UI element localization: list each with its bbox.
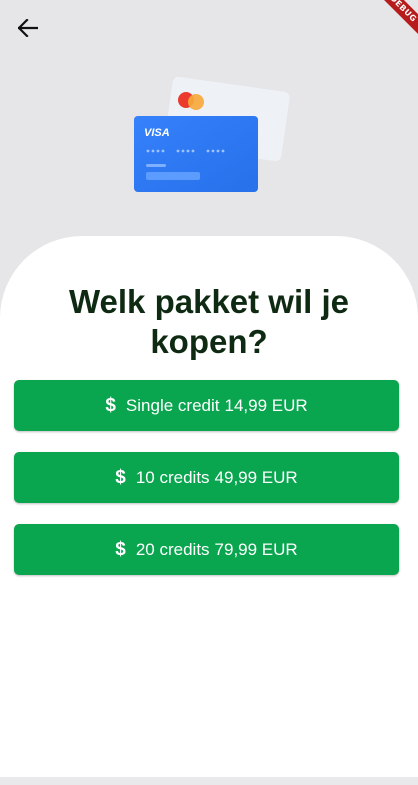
dollar-icon: $ bbox=[105, 394, 116, 416]
back-button[interactable] bbox=[12, 12, 44, 44]
visa-logo: VISA bbox=[144, 127, 170, 139]
bottom-divider bbox=[0, 777, 418, 785]
package-button-10-credits[interactable]: $ 10 credits 49,99 EUR bbox=[14, 452, 399, 503]
package-price: 79,99 EUR bbox=[214, 539, 298, 559]
package-name: 10 credits bbox=[135, 467, 210, 487]
package-button-20-credits[interactable]: $ 20 credits 79,99 EUR bbox=[14, 524, 399, 575]
page-title: Welk pakket wil je kopen? bbox=[68, 283, 350, 360]
credit-card-illustration: VISA bbox=[134, 76, 290, 192]
dollar-icon: $ bbox=[115, 538, 126, 560]
dollar-icon: $ bbox=[115, 466, 126, 488]
package-button-single-credit[interactable]: $ Single credit 14,99 EUR bbox=[14, 380, 399, 431]
package-price: 14,99 EUR bbox=[224, 395, 308, 415]
package-price: 49,99 EUR bbox=[214, 467, 298, 487]
front-card: VISA bbox=[134, 116, 258, 192]
package-name: Single credit bbox=[125, 395, 220, 415]
package-name: 20 credits bbox=[135, 539, 210, 559]
arrow-left-icon bbox=[18, 19, 38, 37]
